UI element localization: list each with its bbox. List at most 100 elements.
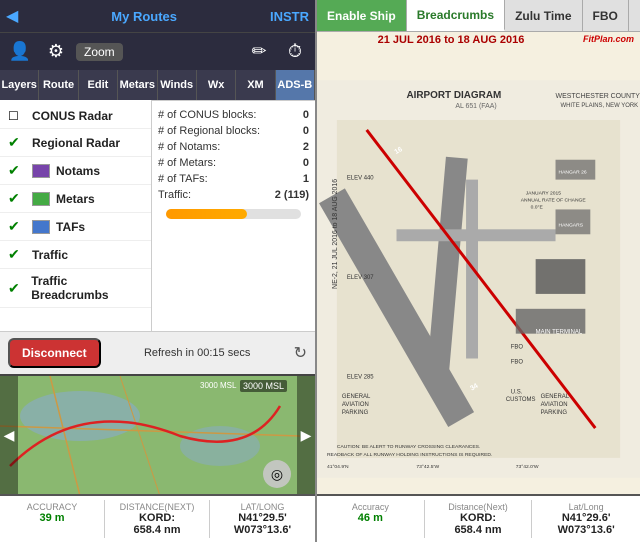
right-accuracy-cell: Accuracy 46 m (317, 500, 425, 538)
svg-text:CAUTION: BE ALERT TO RUNWAY CR: CAUTION: BE ALERT TO RUNWAY CROSSING CLE… (337, 444, 481, 450)
svg-text:GENERAL: GENERAL (541, 394, 570, 400)
right-latlong-cell: Lat/Long N41°29.6' W073°13.6' (532, 500, 640, 538)
map-preview: 3000 MSL ◀ ▶ ◎ 3000 MSL (0, 374, 315, 494)
accuracy-cell: Accuracy 39 m (0, 500, 105, 538)
left-panel: ◀ My Routes INSTR 👤 ⚙ Zoom ✏ ⏱ Layers Ro… (0, 0, 315, 542)
map-arrow-right[interactable]: ▶ (297, 376, 315, 494)
svg-text:PARKING: PARKING (342, 410, 369, 416)
distance-dest: KORD: (139, 512, 175, 524)
svg-text:PARKING: PARKING (541, 410, 568, 416)
my-routes-button[interactable]: My Routes (22, 9, 266, 24)
distance-value: 658.4 nm (133, 524, 180, 536)
tab-edit[interactable]: Edit (79, 70, 118, 100)
tab-metars[interactable]: Metars (118, 70, 157, 100)
stats-panel: # of CONUS blocks: 0 # of Regional block… (152, 100, 315, 331)
svg-text:GENERAL: GENERAL (342, 394, 371, 400)
progress-bar-fill (166, 209, 247, 219)
svg-text:73°42.5'W: 73°42.5'W (416, 464, 439, 470)
right-distance-value: 658.4 nm (454, 524, 501, 536)
progress-bar (166, 209, 301, 219)
icon-row: 👤 ⚙ Zoom ✏ ⏱ (0, 32, 315, 70)
svg-text:FBO: FBO (511, 359, 524, 365)
tafs-color (32, 220, 50, 234)
refresh-icon[interactable]: ↻ (294, 343, 307, 363)
nav-tabs: Layers Route Edit Metars Winds Wx XM ADS… (0, 70, 315, 100)
timer-icon[interactable]: ⏱ (279, 37, 311, 67)
svg-text:73°42.0'W: 73°42.0'W (516, 464, 539, 470)
gps-button[interactable]: ◎ (263, 460, 291, 488)
layer-traffic-breadcrumbs[interactable]: ✔ Traffic Breadcrumbs (0, 269, 151, 308)
stat-metars: # of Metars: 0 (158, 155, 309, 171)
gear-icon[interactable]: ⚙ (40, 37, 72, 67)
tab-route[interactable]: Route (39, 70, 78, 100)
airport-date: 21 JUL 2016 to 18 AUG 2016 FitPlan.com (317, 32, 640, 48)
top-bar: ◀ My Routes INSTR (0, 0, 315, 32)
check-notams: ✔ (8, 162, 26, 179)
stat-notams: # of Notams: 2 (158, 139, 309, 155)
svg-text:HANGARS: HANGARS (559, 222, 584, 228)
notams-color (32, 164, 50, 178)
uncheck-conus: ☐ (8, 109, 26, 123)
check-breadcrumbs: ✔ (8, 280, 25, 297)
instr-button[interactable]: INSTR (270, 9, 309, 24)
tab-breadcrumbs[interactable]: Breadcrumbs (407, 0, 505, 31)
check-regional: ✔ (8, 134, 26, 151)
layer-tafs[interactable]: ✔ TAFs (0, 213, 151, 241)
right-tabs: Enable Ship Breadcrumbs Zulu Time FBO (317, 0, 640, 32)
tab-winds[interactable]: Winds (158, 70, 197, 100)
svg-text:CUSTOMS: CUSTOMS (506, 397, 536, 403)
zoom-button[interactable]: Zoom (76, 43, 123, 61)
pencil-icon[interactable]: ✏ (243, 37, 275, 67)
check-traffic: ✔ (8, 246, 26, 263)
right-distance-cell: Distance(Next) KORD: 658.4 nm (425, 500, 533, 538)
svg-text:ELEV 285: ELEV 285 (347, 374, 374, 380)
stat-conus-blocks: # of CONUS blocks: 0 (158, 107, 309, 123)
tab-layers[interactable]: Layers (0, 70, 39, 100)
svg-text:3000 MSL: 3000 MSL (200, 381, 237, 390)
tab-fbo[interactable]: FBO (583, 0, 629, 31)
accuracy-value: 39 m (39, 512, 64, 524)
back-button[interactable]: ◀ (6, 6, 18, 26)
svg-text:AVIATION: AVIATION (342, 402, 369, 408)
person-icon[interactable]: 👤 (4, 37, 36, 67)
layer-notams[interactable]: ✔ Notams (0, 157, 151, 185)
tab-enable-ship[interactable]: Enable Ship (317, 0, 407, 31)
check-tafs: ✔ (8, 218, 26, 235)
svg-text:U.S.: U.S. (511, 389, 523, 395)
check-metars: ✔ (8, 190, 26, 207)
svg-text:AVIATION: AVIATION (541, 402, 568, 408)
conus-radar-label: CONUS Radar (32, 109, 113, 123)
svg-text:READBACK OF ALL RUNWAY HOLDING: READBACK OF ALL RUNWAY HOLDING INSTRUCTI… (327, 452, 492, 458)
distance-cell: Distance(Next) KORD: 658.4 nm (105, 500, 210, 538)
tab-ads-b[interactable]: ADS-B (276, 70, 315, 100)
svg-text:0.0°E: 0.0°E (531, 204, 544, 210)
airport-svg: AIRPORT DIAGRAM AL 651 (FAA) WESTCHESTER… (317, 48, 640, 494)
right-distance-dest: KORD: (460, 512, 496, 524)
tab-xm[interactable]: XM (236, 70, 275, 100)
action-row: Disconnect Refresh in 00:15 secs ↻ (0, 331, 315, 374)
notams-label: Notams (56, 164, 100, 178)
right-panel: Enable Ship Breadcrumbs Zulu Time FBO 21… (315, 0, 640, 542)
map-arrow-left[interactable]: ◀ (0, 376, 18, 494)
airport-diagram: 21 JUL 2016 to 18 AUG 2016 FitPlan.com A… (317, 32, 640, 494)
tab-zulu-time[interactable]: Zulu Time (505, 0, 582, 31)
refresh-text: Refresh in 00:15 secs (109, 347, 286, 359)
svg-text:AIRPORT DIAGRAM: AIRPORT DIAGRAM (406, 90, 501, 101)
layer-metars[interactable]: ✔ Metars (0, 185, 151, 213)
traffic-label: Traffic (32, 248, 68, 262)
svg-text:MAIN TERMINAL: MAIN TERMINAL (536, 330, 583, 336)
svg-text:WESTCHESTER COUNTY (HPN): WESTCHESTER COUNTY (HPN) (556, 93, 640, 100)
stat-traffic: Traffic: 2 (119) (158, 187, 309, 203)
traffic-breadcrumbs-label: Traffic Breadcrumbs (31, 274, 143, 302)
metars-label: Metars (56, 192, 95, 206)
layer-conus-radar[interactable]: ☐ CONUS Radar (0, 104, 151, 129)
disconnect-button[interactable]: Disconnect (8, 338, 101, 368)
svg-text:FBO: FBO (511, 345, 524, 351)
svg-text:ANNUAL RATE OF CHANGE: ANNUAL RATE OF CHANGE (521, 197, 587, 203)
svg-text:HANGAR 26: HANGAR 26 (559, 170, 587, 176)
svg-text:ELEV 440: ELEV 440 (347, 176, 374, 182)
tab-wx[interactable]: Wx (197, 70, 236, 100)
layer-regional-radar[interactable]: ✔ Regional Radar (0, 129, 151, 157)
layer-traffic[interactable]: ✔ Traffic (0, 241, 151, 269)
right-lat-value: N41°29.6' (562, 512, 611, 524)
